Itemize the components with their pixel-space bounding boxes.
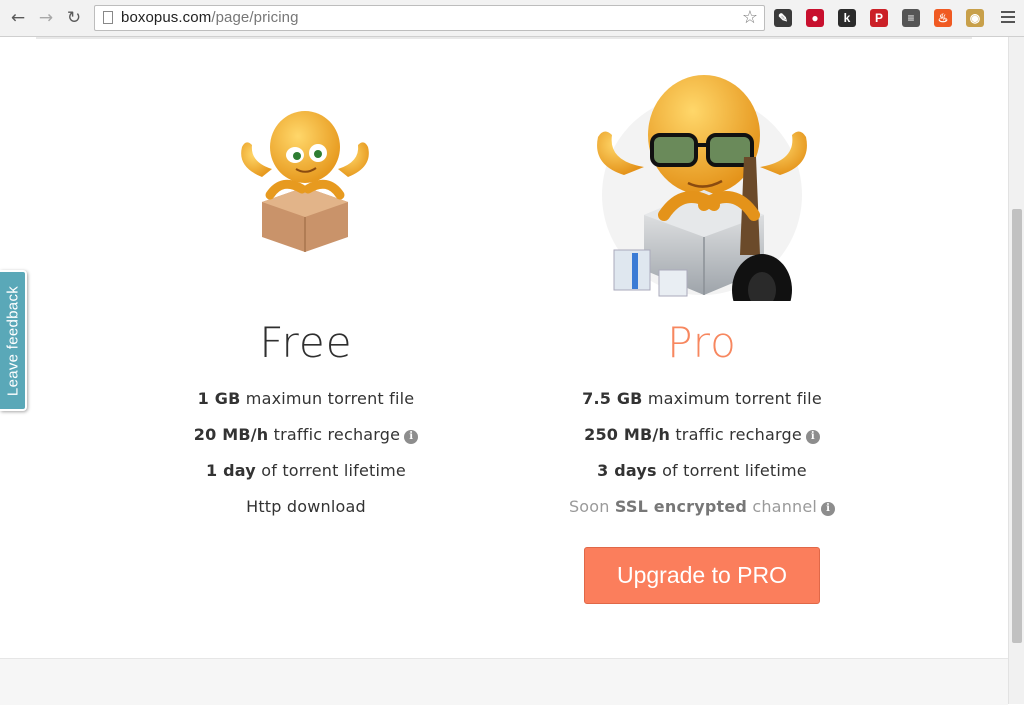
leave-feedback-label: Leave feedback: [4, 285, 21, 396]
pricing-page: Free Pro Soon SSL encrypted channel i: [0, 37, 1008, 705]
divider: [36, 37, 972, 39]
reader-icon[interactable]: ≡: [902, 9, 920, 27]
forward-arrow-icon[interactable]: →: [36, 8, 56, 28]
leave-feedback-tab[interactable]: Leave feedback: [0, 270, 27, 411]
feature-free-1: 1 GB maximun torrent file: [197, 389, 415, 408]
evernote-icon[interactable]: ✎: [774, 9, 792, 27]
browser-toolbar: ← → ↻ boxopus.com/page/pricing ☆ ✎ ● k P ≡ ♨ ◉: [0, 0, 1024, 37]
scrollbar-thumb[interactable]: [1012, 209, 1022, 643]
octopus-free-mascot: [241, 111, 369, 252]
fire-icon[interactable]: ♨: [934, 9, 952, 27]
k-extension-icon[interactable]: k: [838, 9, 856, 27]
info-icon[interactable]: i: [805, 430, 820, 444]
star-icon[interactable]: ☆: [742, 7, 758, 28]
hamburger-menu-icon[interactable]: [1001, 11, 1015, 26]
info-icon[interactable]: i: [404, 430, 419, 444]
pinterest-icon[interactable]: P: [870, 9, 888, 27]
address-bar[interactable]: boxopus.com/page/pricing ☆: [94, 5, 765, 31]
upgrade-to-pro-button[interactable]: Upgrade to PRO: [584, 547, 820, 604]
feature-free-2: 20 MB/h traffic recharge i: [96, 425, 516, 444]
plan-title-free: Free: [259, 318, 353, 367]
footer: [0, 658, 1008, 705]
info-icon[interactable]: i: [821, 502, 836, 516]
octopus-pro-mascot: [597, 75, 807, 301]
page-icon: [103, 11, 113, 24]
reload-icon[interactable]: ↻: [64, 8, 84, 28]
scrollbar[interactable]: [1008, 37, 1024, 704]
feature-pro-1: 7.5 GB maximum torrent file: [582, 389, 822, 408]
feature-pro-2: 250 MB/h traffic recharge i: [492, 425, 912, 444]
ublock-icon[interactable]: ●: [806, 9, 824, 27]
feature-free-3: 1 day of torrent lifetime: [206, 461, 406, 480]
feature-free-4: Http download: [246, 497, 366, 516]
cookie-icon[interactable]: ◉: [966, 9, 984, 27]
url-text: boxopus.com/page/pricing: [121, 9, 299, 26]
back-arrow-icon[interactable]: ←: [8, 8, 28, 28]
feature-ssl-soon: Soon SSL encrypted channel i: [492, 497, 912, 516]
feature-pro-3: 3 days of torrent lifetime: [597, 461, 807, 480]
plan-title-pro: Pro: [667, 318, 737, 367]
